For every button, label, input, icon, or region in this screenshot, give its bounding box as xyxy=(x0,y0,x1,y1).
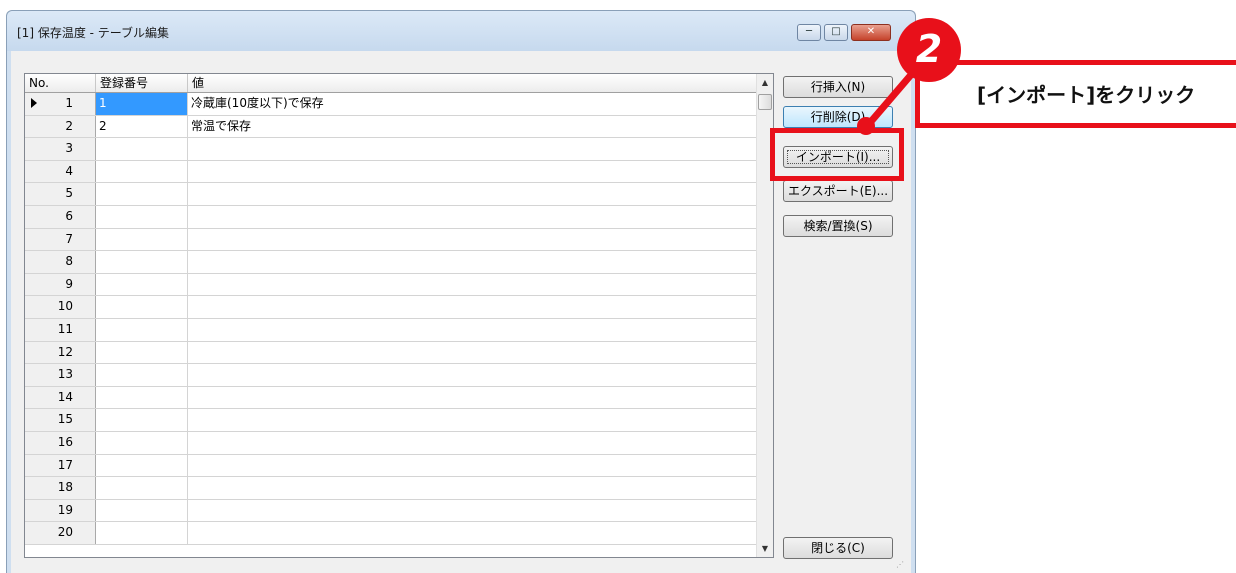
step-badge: 2 xyxy=(897,18,961,82)
annotation-pointer xyxy=(857,59,925,135)
pointer-dot xyxy=(857,117,875,135)
